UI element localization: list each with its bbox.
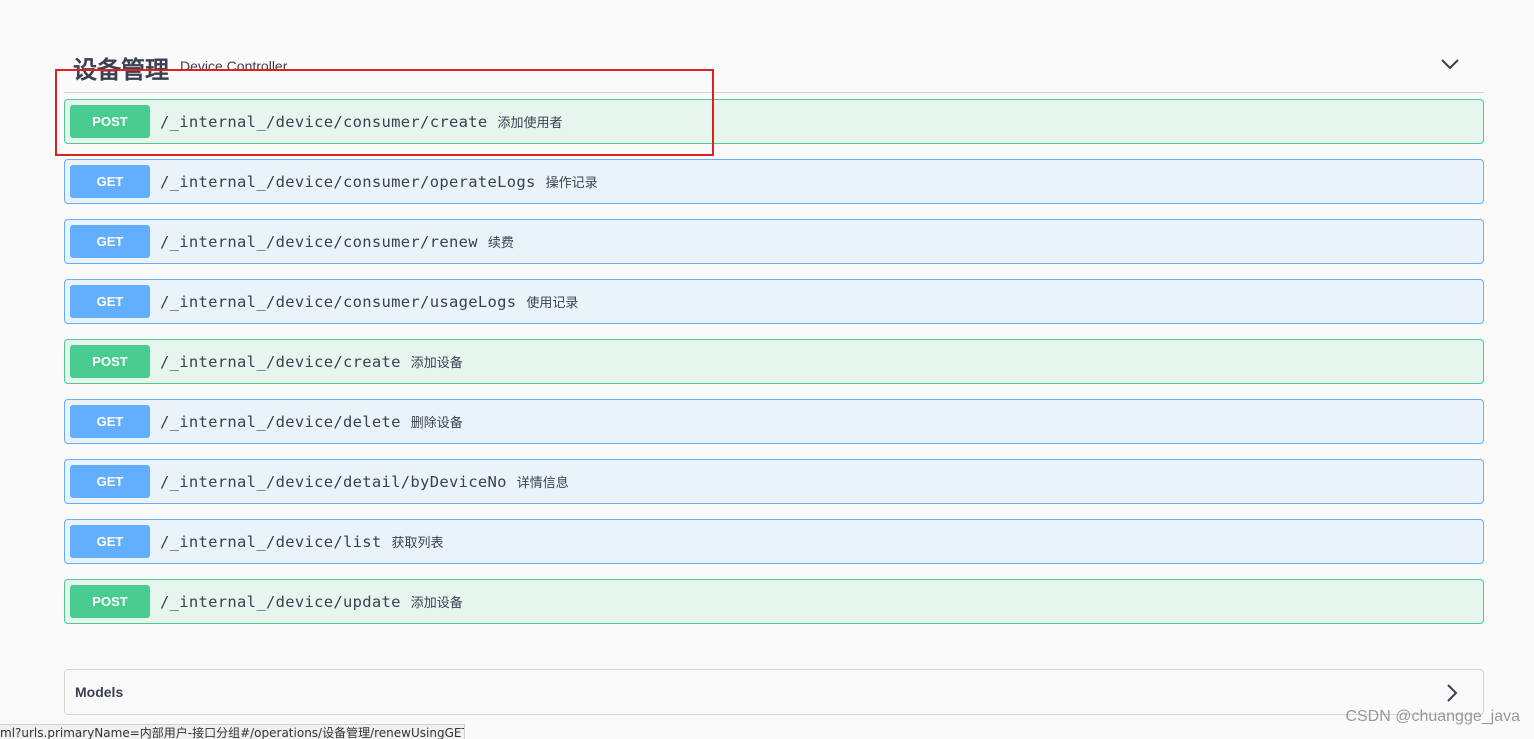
operation-row[interactable]: GET /_internal_/device/consumer/renew 续费 xyxy=(64,219,1484,264)
operation-summary: 使用记录 xyxy=(526,296,579,311)
operation-summary: 添加设备 xyxy=(410,356,463,371)
operation-row[interactable]: GET /_internal_/device/consumer/operateL… xyxy=(64,159,1484,204)
operation-path: /_internal_/device/delete xyxy=(160,412,401,431)
method-badge: GET xyxy=(70,225,150,258)
operation-path: /_internal_/device/list xyxy=(160,532,382,551)
operation-row[interactable]: GET /_internal_/device/consumer/usageLog… xyxy=(64,279,1484,324)
operation-row[interactable]: GET /_internal_/device/detail/byDeviceNo… xyxy=(64,459,1484,504)
operation-path: /_internal_/device/update xyxy=(160,592,401,611)
operation-summary: 续费 xyxy=(487,236,514,251)
method-badge: GET xyxy=(70,465,150,498)
section-title: 设备管理 xyxy=(73,56,169,84)
operation-summary: 获取列表 xyxy=(391,536,444,551)
operation-summary: 添加使用者 xyxy=(497,116,563,131)
chevron-down-icon[interactable] xyxy=(1440,56,1460,72)
operation-row[interactable]: GET /_internal_/device/list 获取列表 xyxy=(64,519,1484,564)
operation-row[interactable]: POST /_internal_/device/consumer/create … xyxy=(64,99,1484,144)
method-badge: POST xyxy=(70,105,150,138)
operation-path: /_internal_/device/detail/byDeviceNo xyxy=(160,472,507,491)
method-badge: GET xyxy=(70,165,150,198)
models-section[interactable]: Models xyxy=(64,669,1484,715)
operation-path: /_internal_/device/create xyxy=(160,352,401,371)
operation-path: /_internal_/device/consumer/operateLogs xyxy=(160,172,536,191)
section-description: Device Controller xyxy=(180,58,288,74)
status-bar-url: ml?urls.primaryName=内部用户-接口分组#/operation… xyxy=(0,724,465,739)
operation-row[interactable]: POST /_internal_/device/update 添加设备 xyxy=(64,579,1484,624)
operation-summary: 添加设备 xyxy=(410,596,463,611)
method-badge: GET xyxy=(70,525,150,558)
method-badge: GET xyxy=(70,405,150,438)
operations-list: POST /_internal_/device/consumer/create … xyxy=(64,99,1484,639)
operation-row[interactable]: GET /_internal_/device/delete 删除设备 xyxy=(64,399,1484,444)
operation-path: /_internal_/device/consumer/create xyxy=(160,112,488,131)
operation-summary: 操作记录 xyxy=(545,176,598,191)
operation-path: /_internal_/device/consumer/usageLogs xyxy=(160,292,517,311)
operation-summary: 删除设备 xyxy=(410,416,463,431)
operation-path: /_internal_/device/consumer/renew xyxy=(160,232,478,251)
method-badge: POST xyxy=(70,585,150,618)
chevron-right-icon[interactable] xyxy=(1445,683,1459,703)
method-badge: GET xyxy=(70,285,150,318)
watermark: CSDN @chuangge_java xyxy=(1345,708,1520,725)
operation-summary: 详情信息 xyxy=(516,476,569,491)
section-header[interactable]: 设备管理 Device Controller xyxy=(64,44,1484,93)
operation-row[interactable]: POST /_internal_/device/create 添加设备 xyxy=(64,339,1484,384)
models-title: Models xyxy=(75,684,124,700)
method-badge: POST xyxy=(70,345,150,378)
